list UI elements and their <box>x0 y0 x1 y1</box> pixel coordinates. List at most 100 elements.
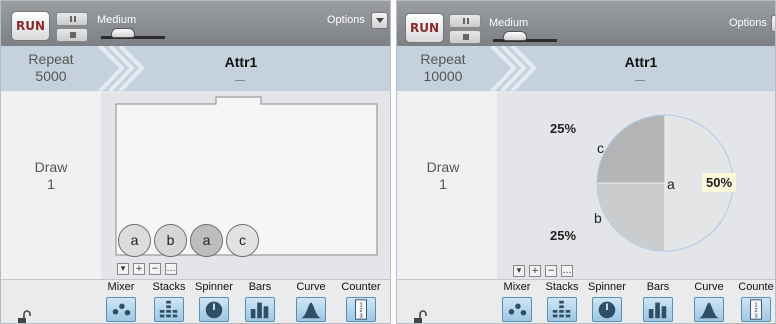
device-spinner[interactable]: Spinner <box>583 280 631 322</box>
repeat-label: Repeat <box>28 51 74 67</box>
attribute-name[interactable]: Attr1 <box>601 54 681 70</box>
device-label: Bars <box>248 281 272 293</box>
pause-icon <box>463 18 465 24</box>
ball[interactable]: c <box>226 224 259 257</box>
device-spinner[interactable]: Spinner <box>190 280 238 322</box>
device-stacks[interactable]: Stacks <box>538 280 586 322</box>
chevron-arrow-icon <box>490 46 537 91</box>
run-button[interactable]: RUN <box>11 11 50 41</box>
slice-label-a: a <box>667 176 675 192</box>
draw-label: Draw <box>426 159 460 175</box>
pause-icon <box>70 16 72 22</box>
speed-label: Medium <box>97 14 137 26</box>
run-button[interactable]: RUN <box>405 13 444 43</box>
device-label: Curve <box>694 281 724 293</box>
options-label[interactable]: Options <box>327 14 365 26</box>
repeat-value[interactable]: 5000 <box>1 68 101 85</box>
attribute-underline <box>235 80 245 81</box>
device-mixer[interactable]: Mixer <box>97 280 145 322</box>
draw-value[interactable]: 1 <box>1 176 101 193</box>
device-label: Curve <box>296 281 326 293</box>
device-label: Mixer <box>503 281 531 293</box>
unlock-icon[interactable] <box>16 310 32 324</box>
add-item-button[interactable]: + <box>529 265 541 277</box>
repeat-label: Repeat <box>420 51 466 67</box>
device-label: Counte <box>738 281 774 293</box>
toolbar: RUN Medium Options <box>397 1 775 46</box>
device-label: Spinner <box>195 281 233 293</box>
attribute-underline <box>635 80 645 81</box>
counter-icon: 1 2 3 <box>741 297 771 322</box>
add-item-button[interactable]: + <box>133 263 145 275</box>
svg-text:3: 3 <box>359 313 362 319</box>
stop-icon <box>463 34 469 40</box>
device-label: Stacks <box>545 281 579 293</box>
options-label[interactable]: Options <box>729 17 767 29</box>
device-palette: Mixer Stacks Spinner Bars Curve Counte 1… <box>397 279 775 324</box>
pie-slice-b[interactable] <box>596 182 666 252</box>
device-mixer[interactable]: Mixer <box>493 280 541 322</box>
device-curve[interactable]: Curve <box>685 280 733 322</box>
spinner-icon <box>592 297 622 322</box>
device-counter[interactable]: Counte 1 2 3 <box>732 280 775 322</box>
repeat-counter[interactable]: Repeat 5000 <box>1 51 101 85</box>
stacks-icon <box>154 297 184 322</box>
chevron-arrow-icon <box>98 46 145 91</box>
svg-text:3: 3 <box>754 313 757 319</box>
spinner-device: a b c 50% 25% 25% ▾ + − … <box>497 91 775 279</box>
stop-button[interactable] <box>56 28 88 42</box>
draw-counter[interactable]: Draw 1 <box>397 159 493 193</box>
ball[interactable]: b <box>154 224 187 257</box>
stop-button[interactable] <box>449 30 481 44</box>
remove-item-button[interactable]: − <box>545 265 557 277</box>
counter-icon: 1 2 3 <box>346 297 376 322</box>
mixer-icon <box>106 297 136 322</box>
curve-icon <box>694 297 724 322</box>
ball[interactable]: a <box>118 224 151 257</box>
speed-slider-thumb[interactable] <box>503 31 527 41</box>
spinner-icon <box>199 297 229 322</box>
device-label: Counter <box>341 281 381 293</box>
draw-column: Draw 1 <box>397 91 497 279</box>
device-label: Spinner <box>588 281 626 293</box>
device-label: Bars <box>646 281 670 293</box>
sampler-window-spinner: RUN Medium Options Repeat 10000 Attr1 Dr… <box>396 0 776 324</box>
stacks-icon <box>547 297 577 322</box>
repeat-bar: Repeat 5000 Attr1 <box>1 46 390 91</box>
mixer-device: a b a c ▾ + − … <box>101 91 390 279</box>
speed-label: Medium <box>489 17 529 29</box>
toolbar: RUN Medium Options <box>1 1 390 46</box>
ball[interactable]: a <box>190 224 223 257</box>
repeat-bar: Repeat 10000 Attr1 <box>397 46 775 91</box>
options-dropdown-icon[interactable] <box>771 15 775 32</box>
more-items-button[interactable]: … <box>561 265 573 277</box>
draw-value[interactable]: 1 <box>397 176 493 193</box>
slice-label-c: c <box>597 140 604 156</box>
more-items-button[interactable]: … <box>165 263 177 275</box>
device-label: Stacks <box>152 281 186 293</box>
device-bars[interactable]: Bars <box>236 280 284 322</box>
pause-button[interactable] <box>449 14 481 28</box>
remove-item-button[interactable]: − <box>149 263 161 275</box>
collapse-control[interactable]: ▾ <box>117 263 129 275</box>
device-label: Mixer <box>107 281 135 293</box>
draw-counter[interactable]: Draw 1 <box>1 159 101 193</box>
speed-slider-thumb[interactable] <box>111 28 135 38</box>
repeat-counter[interactable]: Repeat 10000 <box>397 51 493 85</box>
draw-column: Draw 1 <box>1 91 101 279</box>
attribute-name[interactable]: Attr1 <box>201 54 281 70</box>
device-counter[interactable]: Counter 1 2 3 <box>337 280 385 322</box>
repeat-value[interactable]: 10000 <box>397 68 493 85</box>
sampler-window-mixer: RUN Medium Options Repeat 5000 Attr1 Dra… <box>0 0 391 324</box>
device-stacks[interactable]: Stacks <box>145 280 193 322</box>
device-bars[interactable]: Bars <box>634 280 682 322</box>
collapse-control[interactable]: ▾ <box>513 265 525 277</box>
bars-icon <box>245 297 275 322</box>
pause-button[interactable] <box>56 12 88 26</box>
unlock-icon[interactable] <box>412 310 428 324</box>
draw-label: Draw <box>34 159 68 175</box>
pie-slice-c[interactable] <box>596 114 666 184</box>
options-dropdown-icon[interactable] <box>371 12 388 29</box>
stop-icon <box>70 32 76 38</box>
device-curve[interactable]: Curve <box>287 280 335 322</box>
